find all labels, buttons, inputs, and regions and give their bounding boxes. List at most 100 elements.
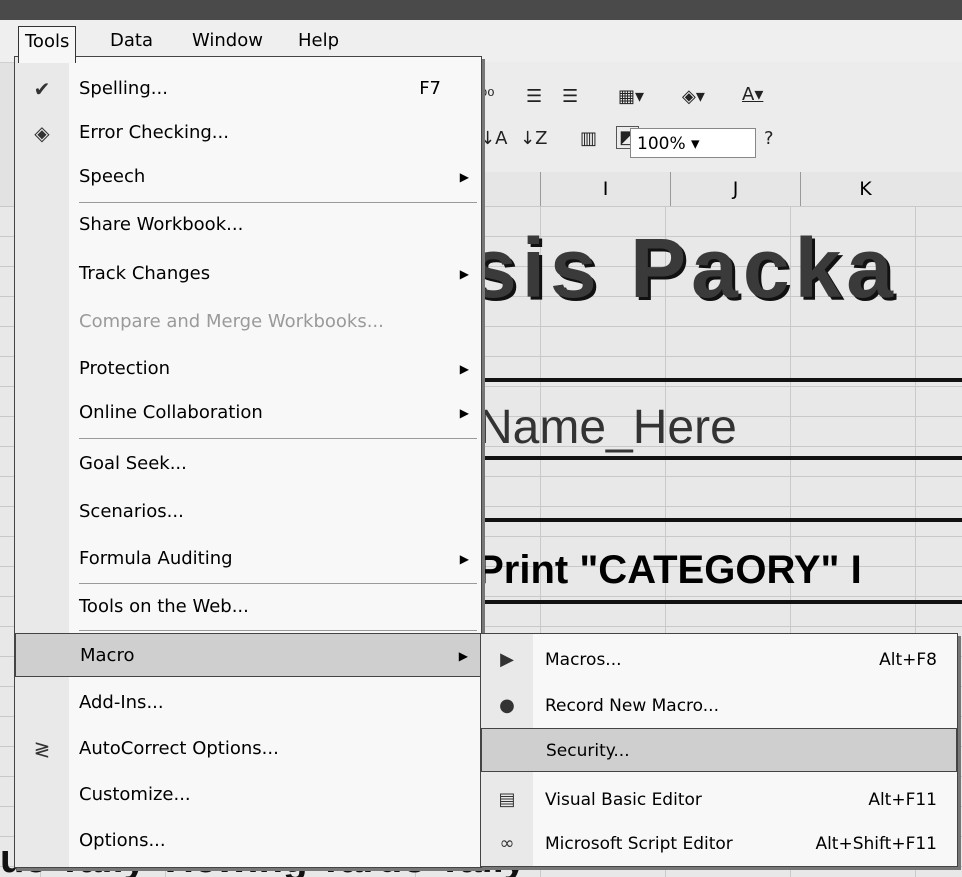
- menu-item-add-ins[interactable]: Add-Ins...: [15, 681, 481, 725]
- menu-item-spelling[interactable]: ✔ Spelling... F7: [15, 67, 481, 111]
- menu-separator: [79, 583, 477, 584]
- menu-item-options[interactable]: Options...: [15, 819, 481, 863]
- menu-item-tools-on-the-web[interactable]: Tools on the Web...: [15, 585, 481, 629]
- submenu-item-shortcut: Alt+F11: [868, 790, 937, 810]
- menu-item-label: Speech: [79, 166, 146, 187]
- sort-descending-icon[interactable]: ↓Z: [520, 128, 547, 149]
- menu-item-label: Options...: [79, 830, 166, 851]
- menu-item-goal-seek[interactable]: Goal Seek...: [15, 442, 481, 486]
- menu-data[interactable]: Data: [104, 26, 159, 56]
- menu-tools-label: Tools: [25, 31, 70, 52]
- sheet-name-banner: Name_Here: [478, 401, 737, 454]
- submenu-item-label: Macros...: [545, 650, 622, 670]
- borders-icon[interactable]: ▦▾: [618, 86, 644, 107]
- zoom-value: 100%: [637, 134, 686, 154]
- menu-item-shortcut: F7: [419, 78, 441, 99]
- menu-help-label: Help: [298, 30, 340, 51]
- menu-item-autocorrect-options[interactable]: ≷ AutoCorrect Options...: [15, 727, 481, 771]
- menu-item-protection[interactable]: Protection ▶: [15, 347, 481, 391]
- increase-indent-icon[interactable]: ☰: [562, 86, 578, 107]
- menu-item-label: Scenarios...: [79, 501, 184, 522]
- submenu-item-shortcut: Alt+Shift+F11: [815, 834, 937, 854]
- column-header-i[interactable]: I: [540, 172, 670, 206]
- menu-window[interactable]: Window: [186, 26, 269, 56]
- submenu-item-label: Microsoft Script Editor: [545, 834, 733, 854]
- submenu-item-security[interactable]: Security...: [481, 728, 957, 772]
- menu-item-label: Add-Ins...: [79, 692, 164, 713]
- submenu-arrow-icon: ▶: [459, 170, 469, 184]
- decrease-indent-icon[interactable]: ☰: [526, 86, 542, 107]
- record-icon: ●: [499, 695, 515, 716]
- divider-line: [470, 518, 962, 522]
- menu-item-label: Share Workbook...: [79, 214, 244, 235]
- column-i-label: I: [602, 178, 609, 200]
- submenu-item-label: Security...: [546, 741, 630, 761]
- submenu-item-shortcut: Alt+F8: [879, 650, 937, 670]
- menu-item-label: Customize...: [79, 784, 191, 805]
- submenu-item-record-new-macro[interactable]: ● Record New Macro...: [481, 684, 957, 728]
- submenu-arrow-icon: ▶: [459, 552, 469, 566]
- submenu-arrow-icon: ▶: [459, 362, 469, 376]
- macro-submenu: ▶ Macros... Alt+F8 ● Record New Macro...…: [480, 633, 958, 867]
- submenu-arrow-icon: ▶: [459, 267, 469, 281]
- menu-item-label: AutoCorrect Options...: [79, 738, 279, 759]
- submenu-arrow-icon: ▶: [458, 649, 468, 663]
- play-icon: ▶: [500, 649, 514, 670]
- submenu-arrow-icon: ▶: [459, 406, 469, 420]
- menu-item-compare-merge: Compare and Merge Workbooks...: [15, 300, 481, 344]
- menu-item-macro[interactable]: Macro ▶: [15, 633, 481, 677]
- column-header-j[interactable]: J: [670, 172, 800, 206]
- script-editor-icon: ∞: [499, 833, 515, 854]
- menu-item-label: Formula Auditing: [79, 548, 233, 569]
- submenu-item-label: Visual Basic Editor: [545, 790, 702, 810]
- divider-line: [470, 600, 962, 604]
- submenu-item-label: Record New Macro...: [545, 696, 719, 716]
- menu-item-label: Online Collaboration: [79, 402, 263, 423]
- error-checking-icon: ◈: [34, 121, 50, 145]
- divider-line: [470, 378, 962, 382]
- menu-window-label: Window: [192, 30, 263, 51]
- decimal-icon[interactable]: ⁰⁰: [480, 86, 494, 107]
- menu-separator: [79, 438, 477, 439]
- menu-data-label: Data: [110, 30, 153, 51]
- column-j-label: J: [732, 178, 739, 200]
- menu-item-formula-auditing[interactable]: Formula Auditing ▶: [15, 537, 481, 581]
- zoom-box[interactable]: 100% ▾: [630, 128, 756, 158]
- menu-item-label: Protection: [79, 358, 171, 379]
- column-headers: I J K: [470, 172, 962, 207]
- menu-item-online-collaboration[interactable]: Online Collaboration ▶: [15, 391, 481, 435]
- submenu-item-macros[interactable]: ▶ Macros... Alt+F8: [481, 638, 957, 682]
- window-title-bar: [0, 0, 962, 20]
- menu-item-error-checking[interactable]: ◈ Error Checking...: [15, 111, 481, 155]
- menu-item-share-workbook[interactable]: Share Workbook...: [15, 203, 481, 247]
- submenu-item-visual-basic-editor[interactable]: ▤ Visual Basic Editor Alt+F11: [481, 778, 957, 822]
- chart-wizard-icon[interactable]: ▥: [580, 128, 597, 149]
- menu-item-label: Macro: [80, 645, 135, 666]
- submenu-item-microsoft-script-editor[interactable]: ∞ Microsoft Script Editor Alt+Shift+F11: [481, 822, 957, 866]
- column-header-k[interactable]: K: [800, 172, 930, 206]
- divider-line: [470, 456, 962, 460]
- menu-item-label: Error Checking...: [79, 122, 229, 143]
- sheet-title-banner: sis Packa: [470, 221, 899, 315]
- autocorrect-icon: ≷: [33, 737, 51, 761]
- menu-item-customize[interactable]: Customize...: [15, 773, 481, 817]
- vb-editor-icon: ▤: [498, 789, 516, 810]
- menu-item-speech[interactable]: Speech ▶: [15, 155, 481, 199]
- menu-item-label: Spelling...: [79, 78, 168, 99]
- menu-item-label: Goal Seek...: [79, 453, 187, 474]
- menu-item-label: Tools on the Web...: [79, 596, 249, 617]
- sheet-category-banner: /Print "CATEGORY" I: [466, 548, 862, 592]
- sort-ascending-icon[interactable]: ↓A: [480, 128, 507, 149]
- font-color-icon[interactable]: A▾: [742, 84, 763, 105]
- menu-tools[interactable]: Tools: [18, 26, 77, 63]
- menu-separator: [79, 630, 477, 631]
- column-k-label: K: [859, 178, 872, 200]
- fill-color-icon[interactable]: ◈▾: [682, 86, 705, 107]
- spelling-icon: ✔: [33, 77, 51, 101]
- menu-item-label: Track Changes: [79, 263, 211, 284]
- tools-menu: ✔ Spelling... F7 ◈ Error Checking... Spe…: [14, 56, 482, 868]
- menu-item-scenarios[interactable]: Scenarios...: [15, 490, 481, 534]
- menu-item-track-changes[interactable]: Track Changes ▶: [15, 252, 481, 296]
- menu-help[interactable]: Help: [292, 26, 345, 56]
- help-icon[interactable]: ?: [764, 128, 774, 149]
